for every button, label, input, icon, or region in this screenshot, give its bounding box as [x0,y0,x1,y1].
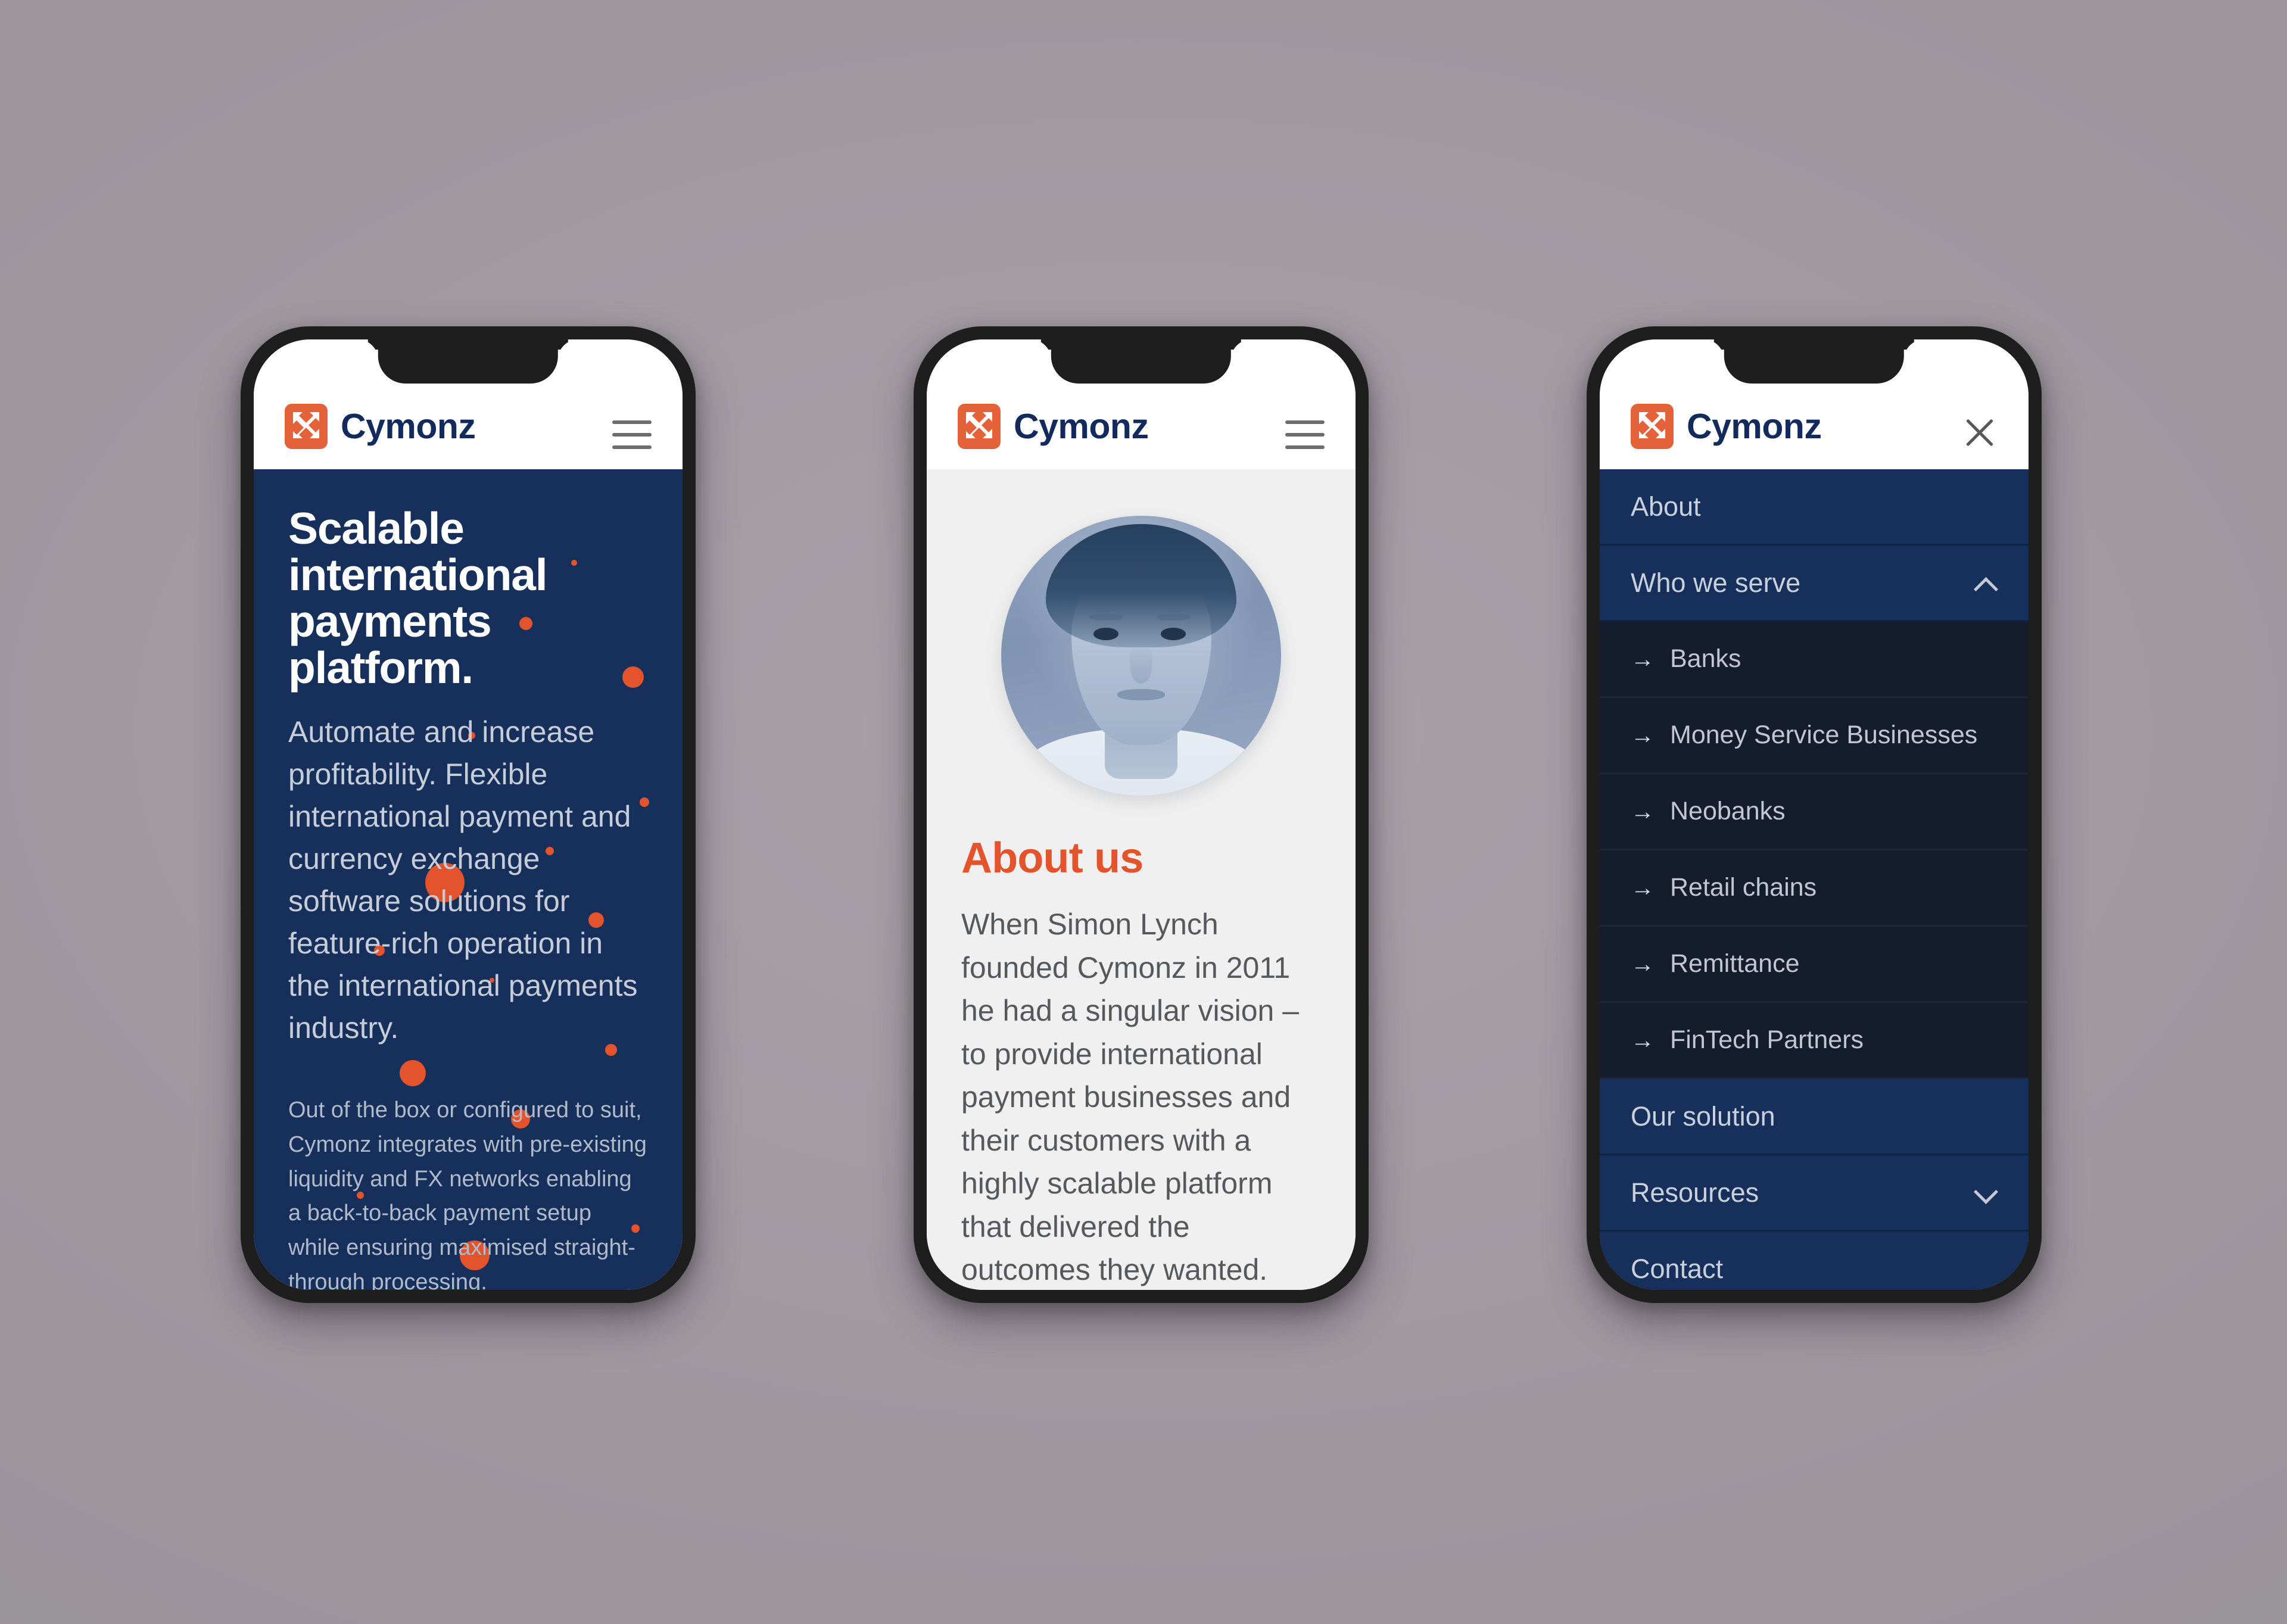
mobile-navigation-menu: About Who we serve → Banks → Money Service Bu… [1600,469,2029,1290]
menu-item-label: FinTech Partners [1670,1025,1864,1054]
menu-item-our-solution[interactable]: Our solution [1600,1079,2029,1155]
phone3-notch [1724,339,1905,384]
phone-mockup-hero: Cymonz Scalable international payments p… [241,326,696,1303]
chevron-up-icon[interactable] [1974,571,1998,595]
arrow-right-icon: → [1631,646,1655,672]
menu-item-label: Banks [1670,644,1741,673]
hamburger-bar [612,420,652,424]
arrow-right-icon: → [1631,874,1655,901]
arrow-right-icon: → [1631,798,1655,825]
close-x-icon[interactable] [1962,413,1998,449]
hero-fine-print: Out of the box or configured to suit, Cy… [288,1098,647,1290]
menu-item-banks[interactable]: → Banks [1600,622,2029,698]
arrow-right-icon: → [1631,1027,1655,1053]
phone1-brand[interactable]: Cymonz [285,404,476,449]
menu-item-label: Neobanks [1670,797,1786,825]
menu-item-label: Our solution [1631,1101,1775,1131]
menu-item-label: Money Service Businesses [1670,721,1978,749]
menu-item-label: Retail chains [1670,873,1817,902]
phone1-notch [378,339,559,384]
cymonz-arrows-logo-icon [1631,404,1674,449]
menu-item-label: Resources [1631,1177,1759,1208]
hamburger-menu-icon[interactable] [1285,420,1325,449]
founder-portrait-avatar [1001,516,1281,796]
hamburger-bar [1285,420,1325,424]
menu-item-fintech-partners[interactable]: → FinTech Partners [1600,1003,2029,1079]
hamburger-bar [1285,445,1325,449]
hero-heading: Scalable international payments platform… [288,503,548,693]
about-heading: About us [961,834,1144,882]
hamburger-bar [1285,433,1325,437]
phone2-brand[interactable]: Cymonz [958,404,1149,449]
menu-item-neobanks[interactable]: → Neobanks [1600,774,2029,850]
phone1-screen: Cymonz Scalable international payments p… [254,339,683,1290]
menu-item-money-service-businesses[interactable]: → Money Service Businesses [1600,698,2029,774]
brand-name: Cymonz [341,406,476,446]
menu-item-label: Remittance [1670,949,1800,978]
phone3-brand[interactable]: Cymonz [1631,404,1822,449]
menu-item-contact[interactable]: Contact [1600,1232,2029,1290]
hamburger-bar [612,433,652,437]
phone2-notch [1051,339,1232,384]
menu-item-label: Who we serve [1631,567,1801,598]
phone2-screen: Cymonz About us When Simon Lynch founded… [927,339,1356,1290]
phone-mockup-menu: Cymonz About Who we serve → Banks → Money Ser… [1587,326,2042,1303]
cymonz-arrows-logo-icon [285,404,328,449]
phone-mockup-about: Cymonz About us When Simon Lynch founded… [914,326,1369,1303]
about-section: About us When Simon Lynch founded Cymonz… [927,469,1356,1290]
hero-section: Scalable international payments platform… [254,469,683,1290]
menu-item-who-we-serve[interactable]: Who we serve [1600,546,2029,622]
about-body: When Simon Lynch founded Cymonz in 2011 … [961,908,1300,1286]
menu-item-retail-chains[interactable]: → Retail chains [1600,850,2029,927]
menu-item-label: Contact [1631,1253,1724,1284]
arrow-right-icon: → [1631,950,1655,977]
menu-item-label: About [1631,491,1701,522]
phone3-screen: Cymonz About Who we serve → Banks → Money Ser… [1600,339,2029,1290]
menu-item-about[interactable]: About [1600,469,2029,546]
menu-item-resources[interactable]: Resources [1600,1155,2029,1232]
brand-name: Cymonz [1687,406,1822,446]
hero-lead-paragraph: Automate and increase profitability. Fle… [288,715,638,1045]
cymonz-arrows-logo-icon [958,404,1001,449]
arrow-right-icon: → [1631,722,1655,749]
hamburger-bar [612,445,652,449]
hamburger-menu-icon[interactable] [612,420,652,449]
menu-item-remittance[interactable]: → Remittance [1600,927,2029,1003]
chevron-down-icon[interactable] [1974,1181,1998,1205]
brand-name: Cymonz [1014,406,1149,446]
